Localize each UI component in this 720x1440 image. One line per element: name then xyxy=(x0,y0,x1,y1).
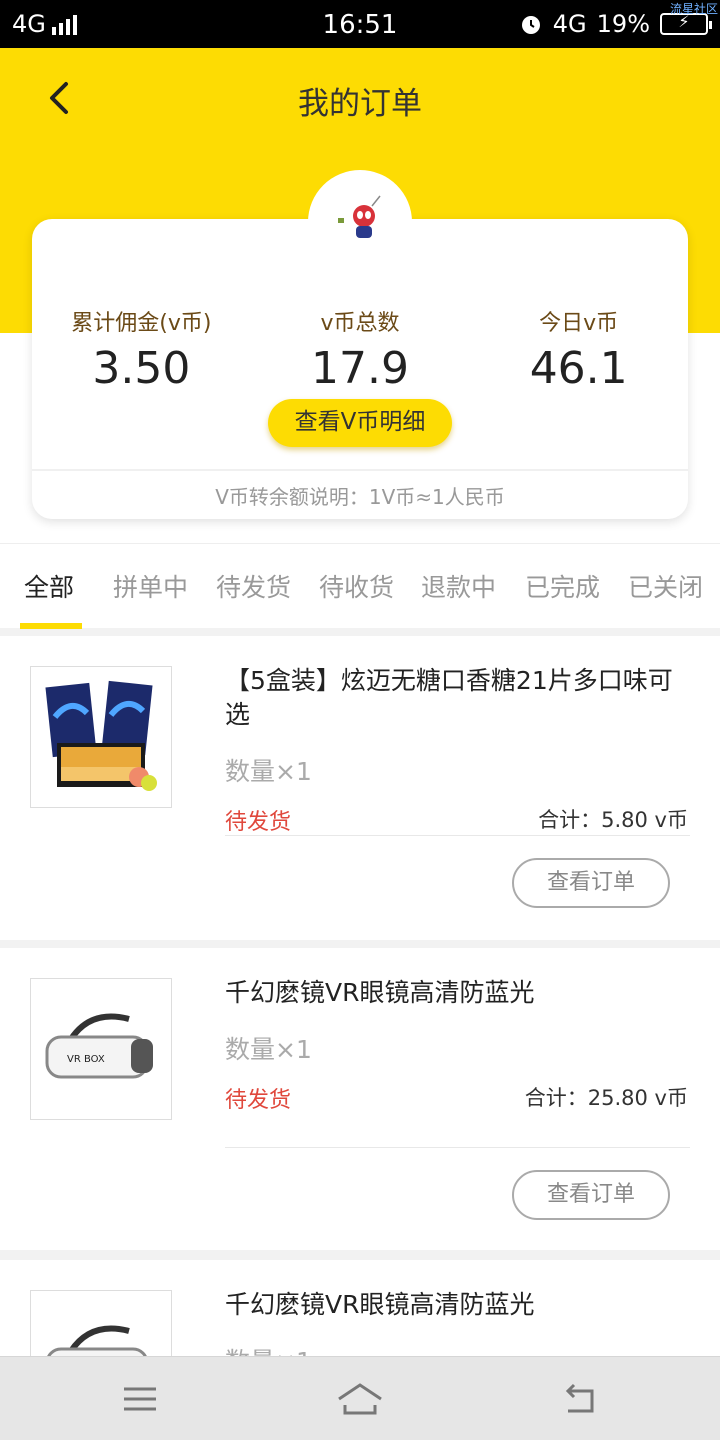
back-icon[interactable] xyxy=(560,1379,600,1419)
order-status: 待发货 xyxy=(225,810,292,835)
stat-value: 46.1 xyxy=(529,343,628,394)
tab-completed[interactable]: 已完成 xyxy=(525,568,600,604)
order-quantity: 数量×1 xyxy=(225,1035,312,1064)
order-divider xyxy=(225,835,690,836)
menu-icon[interactable] xyxy=(120,1379,160,1419)
order-card[interactable]: 【5盒装】炫迈无糖口香糖21片多口味可选 数量×1 待发货 合计：5.80 v币… xyxy=(0,636,720,940)
vr-headset-image[interactable] xyxy=(30,1290,172,1356)
view-vcoin-detail-button[interactable]: 查看V币明细 xyxy=(268,399,452,447)
avatar[interactable] xyxy=(308,170,412,274)
order-card[interactable]: 千幻麽镜VR眼镜高清防蓝光 数量×1 xyxy=(0,1260,720,1356)
view-order-button[interactable]: 查看订单 xyxy=(512,858,670,908)
vr-box-label: VR BOX xyxy=(67,1054,105,1065)
tab-all[interactable]: 全部 xyxy=(24,568,74,604)
order-total: 合计：5.80 v币 xyxy=(538,808,688,832)
stat-label: 今日v币 xyxy=(539,311,619,336)
stats-row: 累计佣金(v币) 3.50 v币总数 17.9 今日v币 46.1 xyxy=(32,305,688,394)
stat-label: 累计佣金(v币) xyxy=(71,311,212,336)
gum-product-image[interactable] xyxy=(30,666,172,808)
gum-product-icon xyxy=(45,680,157,791)
system-nav-bar xyxy=(0,1356,720,1440)
page-title: 我的订单 xyxy=(298,86,422,122)
vr-headset-image[interactable]: VR BOX xyxy=(30,978,172,1120)
alarm-icon xyxy=(521,16,540,34)
order-status-tabs: 全部 拼单中 待发货 待收货 退款中 已完成 已关闭 xyxy=(0,543,720,629)
card-divider xyxy=(32,469,688,471)
tab-to-ship[interactable]: 待发货 xyxy=(216,568,291,604)
stat-label: v币总数 xyxy=(320,311,400,336)
exchange-note: V币转余额说明：1V币≈1人民币 xyxy=(215,485,505,509)
active-tab-indicator xyxy=(20,623,82,629)
tab-refunding[interactable]: 退款中 xyxy=(421,568,496,604)
order-title: 千幻麽镜VR眼镜高清防蓝光 xyxy=(225,978,535,1007)
vr-headset-icon: VR BOX xyxy=(45,1013,153,1079)
order-quantity: 数量×1 xyxy=(225,757,312,786)
order-title: 千幻麽镜VR眼镜高清防蓝光 xyxy=(225,1290,535,1319)
avatar-icon xyxy=(338,195,381,238)
order-card[interactable]: VR BOX 千幻麽镜VR眼镜高清防蓝光 数量×1 待发货 合计：25.80 v… xyxy=(0,948,720,1250)
order-total: 合计：25.80 v币 xyxy=(524,1086,688,1110)
tab-to-receive[interactable]: 待收货 xyxy=(319,568,394,604)
stat-commission: 累计佣金(v币) 3.50 xyxy=(32,305,251,394)
order-quantity: 数量×1 xyxy=(225,1342,312,1356)
order-status: 待发货 xyxy=(225,1088,292,1113)
vr-headset-icon xyxy=(47,1325,147,1356)
stat-today: 今日v币 46.1 xyxy=(469,305,688,394)
status-bar: 4G 16:51 4G 19% ⚡ 流星社区 xyxy=(0,0,720,48)
view-order-button[interactable]: 查看订单 xyxy=(512,1170,670,1220)
home-icon[interactable] xyxy=(335,1379,385,1419)
watermark: 流星社区 xyxy=(669,2,718,16)
network-right-label: 4G xyxy=(552,10,587,38)
tab-closed[interactable]: 已关闭 xyxy=(628,568,703,604)
order-divider xyxy=(225,1147,690,1148)
battery-percent: 19% xyxy=(596,10,650,38)
order-title: 【5盒装】炫迈无糖口香糖21片多口味可选 xyxy=(225,666,673,729)
stat-value: 17.9 xyxy=(311,343,409,394)
stat-total: v币总数 17.9 xyxy=(251,305,470,394)
tab-group-buying[interactable]: 拼单中 xyxy=(113,568,188,604)
stat-value: 3.50 xyxy=(92,343,191,394)
